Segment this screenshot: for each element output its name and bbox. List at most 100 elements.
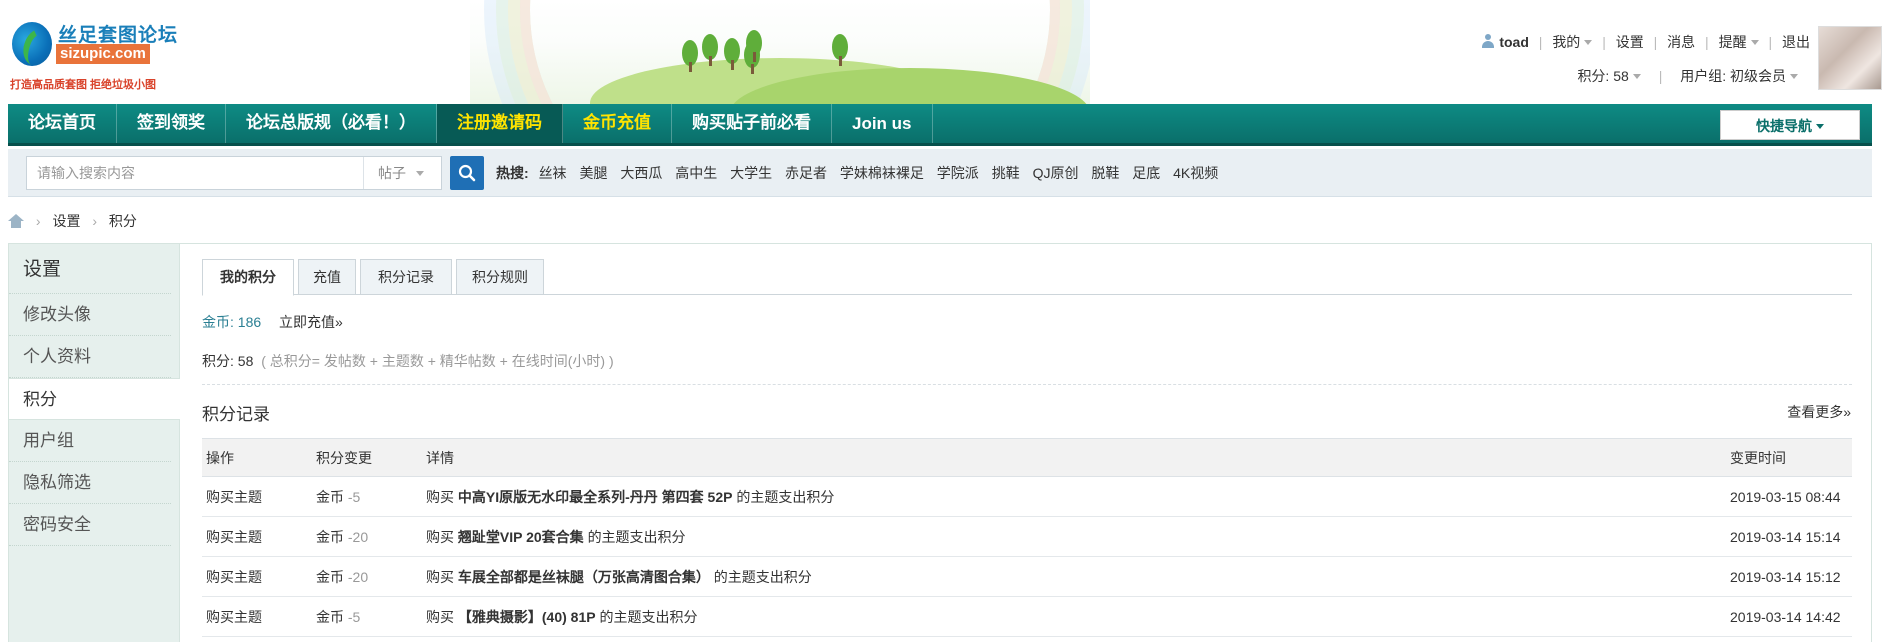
user-group-label: 用户组: 初级会员 xyxy=(1680,68,1786,84)
search-input[interactable] xyxy=(27,157,363,189)
chevron-down-icon xyxy=(1816,124,1824,129)
log-operation: 购买主题 xyxy=(202,556,312,597)
nav-home[interactable]: 论坛首页 xyxy=(8,104,117,143)
hot-search-item[interactable]: 脱鞋 xyxy=(1091,165,1119,181)
logo-title: 丝足套图论坛 xyxy=(58,25,179,46)
nav-gold-recharge[interactable]: 金币充值 xyxy=(563,104,672,143)
column-header: 积分变更 xyxy=(312,438,422,477)
search-button[interactable] xyxy=(450,156,484,190)
log-detail: 购买 车展全部都是丝袜腿（万张高清图合集） 的主题支出积分 xyxy=(422,556,1726,597)
hot-search-item[interactable]: QJ原创 xyxy=(1033,165,1079,181)
nav-invite-code[interactable]: 注册邀请码 xyxy=(437,104,563,143)
nav-purchase-notice[interactable]: 购买贴子前必看 xyxy=(672,104,832,143)
sidebar-item-usergroup[interactable]: 用户组 xyxy=(9,420,171,462)
thread-link[interactable]: 中高YI原版无水印最全系列-丹丹 第四套 52P xyxy=(458,489,733,505)
tab-my-credits[interactable]: 我的积分 xyxy=(202,259,294,296)
credit-log-table: 操作 积分变更 详情 变更时间 购买主题 金币 -5 购买 中高YI原版无水印最… xyxy=(202,438,1852,637)
hot-search-label: 热搜: xyxy=(496,165,529,181)
log-delta: -20 xyxy=(347,568,369,585)
messages-link[interactable]: 消息 xyxy=(1667,32,1695,52)
nav-forum-rules[interactable]: 论坛总版规（必看！） xyxy=(226,104,437,143)
hot-search-item[interactable]: 赤足者 xyxy=(785,165,827,181)
settings-link[interactable]: 设置 xyxy=(1616,32,1644,52)
table-row: 购买主题 金币 -5 购买 中高YI原版无水印最全系列-丹丹 第四套 52P 的… xyxy=(202,476,1852,517)
header-banner-illustration xyxy=(470,0,1090,104)
log-currency: 金币 xyxy=(316,568,344,585)
thread-link[interactable]: 【雅典摄影】(40) 81P xyxy=(458,609,596,625)
log-buy-label: 购买 xyxy=(426,488,454,505)
recharge-now-link[interactable]: 立即充值» xyxy=(279,314,343,330)
hot-search-item[interactable]: 高中生 xyxy=(675,165,717,181)
my-menu[interactable]: 我的 xyxy=(1552,32,1593,52)
log-buy-label: 购买 xyxy=(426,568,454,585)
tab-recharge[interactable]: 充值 xyxy=(298,259,356,295)
breadcrumb: › 设置 › 积分 xyxy=(8,207,137,235)
points-label: 积分: 58 xyxy=(1577,68,1629,84)
hot-search-item[interactable]: 4K视频 xyxy=(1173,165,1218,181)
chevron-down-icon xyxy=(1584,40,1593,45)
log-change: 金币 -20 xyxy=(312,556,422,597)
sidebar-item-avatar[interactable]: 修改头像 xyxy=(9,294,171,336)
points-value: 58 xyxy=(237,353,254,369)
tab-credit-log[interactable]: 积分记录 xyxy=(360,259,452,295)
home-icon[interactable] xyxy=(8,214,24,228)
see-more-link[interactable]: 查看更多» xyxy=(1787,402,1851,422)
log-time: 2019-03-14 15:14 xyxy=(1726,516,1852,557)
thread-link[interactable]: 车展全部都是丝袜腿（万张高清图合集） xyxy=(458,569,710,585)
hot-search-item[interactable]: 大西瓜 xyxy=(620,165,662,181)
search-box: 帖子 xyxy=(26,156,442,190)
hot-search-list: 热搜: 丝袜 美腿 大西瓜 高中生 大学生 赤足者 学妹棉袜裸足 学院派 挑鞋 … xyxy=(496,149,1227,197)
user-group-menu[interactable]: 用户组: 初级会员 xyxy=(1680,68,1798,84)
gold-value: 186 xyxy=(237,314,262,330)
sidebar-item-credits[interactable]: 积分 xyxy=(9,378,180,420)
reminders-menu[interactable]: 提醒 xyxy=(1719,32,1759,52)
user-icon xyxy=(1481,34,1495,48)
logo-domain: sizupic.com xyxy=(56,44,150,64)
log-currency: 金币 xyxy=(316,528,344,545)
site-logo[interactable]: 丝足套图论坛 sizupic.com 打造高品质套图 拒绝垃圾小图 xyxy=(10,14,177,94)
thread-link[interactable]: 翘趾堂VIP 20套合集 xyxy=(458,529,584,545)
credits-panel: 我的积分 充值 积分记录 积分规则 金币: 186 立即充值» 积分: 58 (… xyxy=(180,243,1872,642)
separator: | xyxy=(1538,34,1543,50)
hot-search-item[interactable]: 学妹棉袜裸足 xyxy=(840,165,924,181)
table-row: 购买主题 金币 -20 购买 车展全部都是丝袜腿（万张高清图合集） 的主题支出积… xyxy=(202,556,1852,597)
log-detail: 购买 【雅典摄影】(40) 81P 的主题支出积分 xyxy=(422,596,1726,637)
avatar[interactable] xyxy=(1818,26,1882,90)
log-delta: -20 xyxy=(347,528,369,545)
nav-join-us[interactable]: Join us xyxy=(832,104,933,143)
log-operation: 购买主题 xyxy=(202,516,312,557)
sidebar-item-privacy[interactable]: 隐私筛选 xyxy=(9,462,171,504)
hot-search-item[interactable]: 足底 xyxy=(1132,165,1160,181)
sidebar-title: 设置 xyxy=(9,244,171,294)
tab-credit-rules[interactable]: 积分规则 xyxy=(456,259,544,295)
user-menu-bar: toad | 我的 | 设置 | 消息 | 提醒 | 退出 xyxy=(1481,32,1810,52)
log-delta: -5 xyxy=(347,608,361,625)
breadcrumb-settings[interactable]: 设置 xyxy=(52,213,80,229)
credit-log-title: 积分记录 xyxy=(202,405,270,425)
log-suffix: 的主题支出积分 xyxy=(713,568,812,585)
quick-nav-button[interactable]: 快捷导航 xyxy=(1720,110,1860,140)
nav-checkin[interactable]: 签到领奖 xyxy=(117,104,226,143)
hot-search-item[interactable]: 美腿 xyxy=(579,165,607,181)
separator: | xyxy=(1602,34,1606,50)
chevron-down-icon xyxy=(1790,74,1798,79)
column-header: 变更时间 xyxy=(1726,438,1852,477)
log-suffix: 的主题支出积分 xyxy=(587,528,686,545)
sidebar-item-profile[interactable]: 个人资料 xyxy=(9,336,171,378)
chevron-down-icon xyxy=(1632,74,1641,79)
username-link[interactable]: toad xyxy=(1499,34,1529,50)
search-type-select[interactable]: 帖子 xyxy=(363,157,441,189)
log-time: 2019-03-14 14:42 xyxy=(1726,596,1852,637)
sidebar-item-password[interactable]: 密码安全 xyxy=(9,504,171,546)
hot-search-item[interactable]: 挑鞋 xyxy=(992,165,1020,181)
search-type-label: 帖子 xyxy=(378,165,406,181)
hot-search-item[interactable]: 大学生 xyxy=(730,165,772,181)
points-menu[interactable]: 积分: 58 xyxy=(1577,68,1641,84)
logo-slogan: 打造高品质套图 拒绝垃圾小图 xyxy=(10,79,157,91)
divider xyxy=(202,384,1852,385)
separator: | xyxy=(1768,34,1773,50)
hot-search-item[interactable]: 丝袜 xyxy=(539,165,567,181)
logout-link[interactable]: 退出 xyxy=(1782,32,1810,52)
search-bar: 帖子 热搜: 丝袜 美腿 大西瓜 高中生 大学生 赤足者 学妹棉袜裸足 学院派 … xyxy=(8,149,1872,197)
hot-search-item[interactable]: 学院派 xyxy=(937,165,979,181)
